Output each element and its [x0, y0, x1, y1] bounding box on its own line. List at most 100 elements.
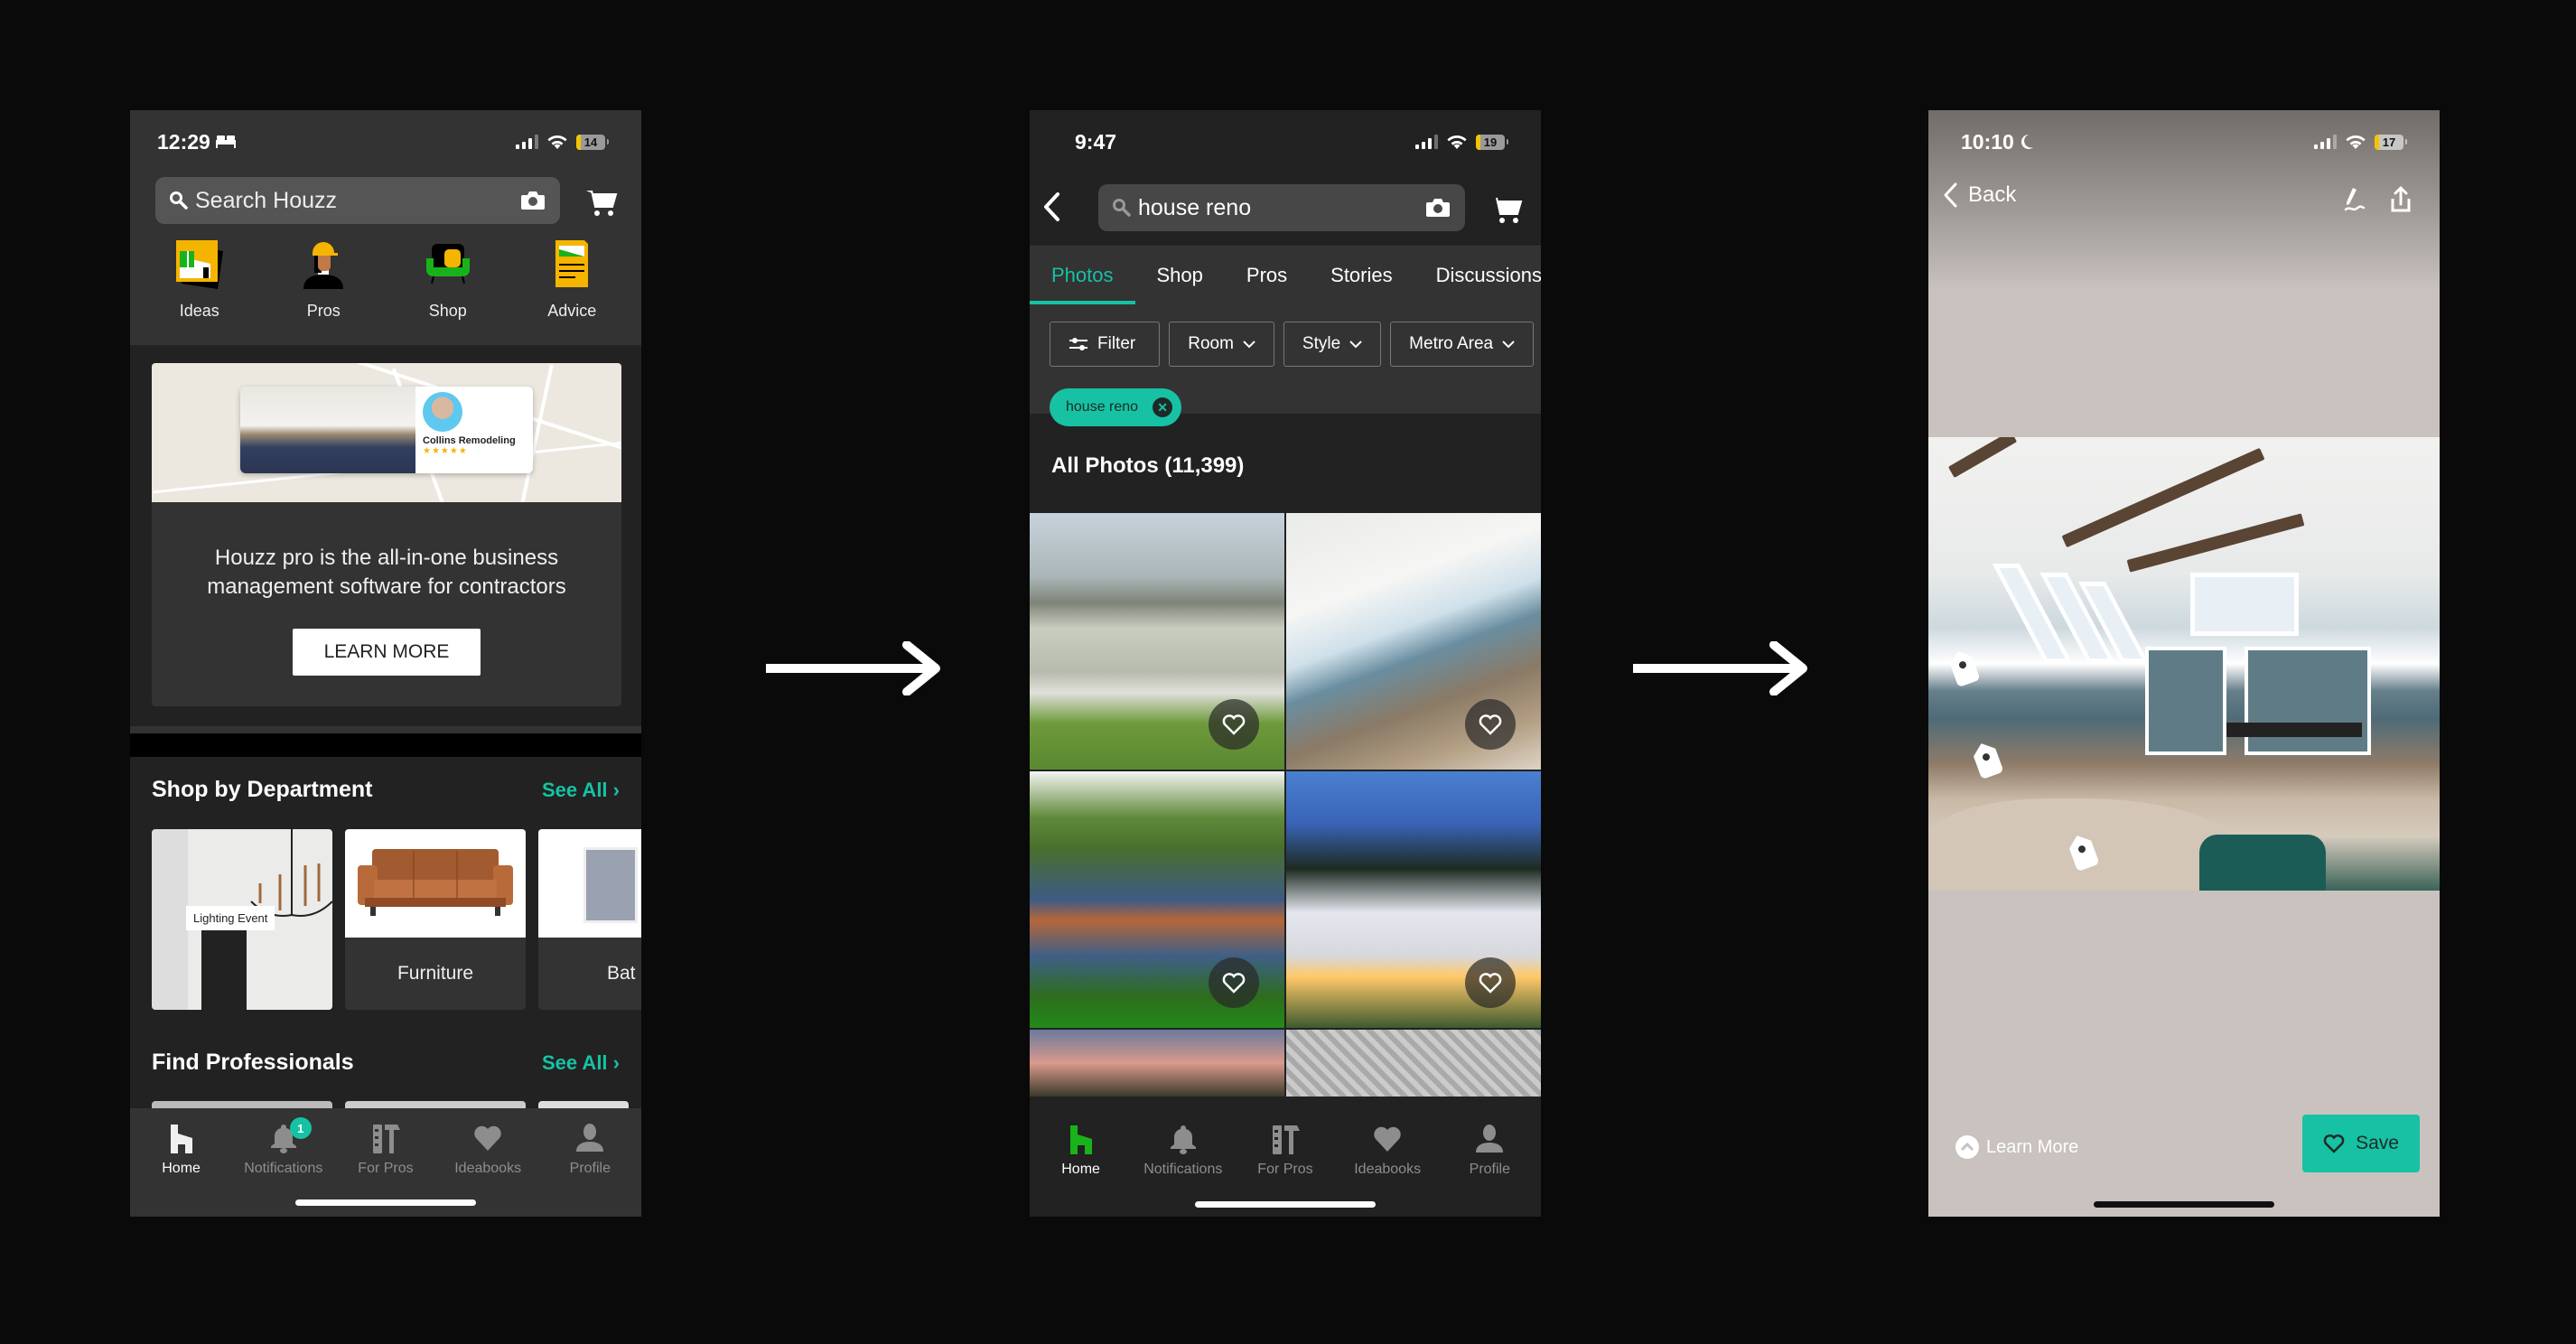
see-all-link[interactable]: See All › — [542, 1051, 620, 1075]
quick-link-advice[interactable]: Advice — [518, 238, 626, 321]
promo-message: Houzz pro is the all-in-one business man… — [207, 546, 566, 599]
status-bar: 9:47 19 — [1030, 110, 1541, 173]
signal-icon — [2314, 135, 2337, 149]
home-icon — [1069, 1125, 1092, 1154]
tab-discussions[interactable]: Discussions — [1414, 247, 1541, 304]
back-button[interactable]: Back — [1943, 182, 2016, 208]
tab-bar: Photos Shop Pros Stories Discussions — [1030, 246, 1541, 304]
home-indicator[interactable] — [2094, 1201, 2274, 1208]
search-icon — [170, 191, 188, 210]
camera-icon[interactable] — [520, 191, 546, 210]
department-carousel: Lighting Event Furniture Bat — [152, 829, 641, 1010]
photo-tile[interactable] — [1286, 771, 1541, 1028]
houzz-pro-promo: Collins Remodeling ★★★★★ Houzz pro is th… — [152, 363, 621, 706]
search-input[interactable]: house reno — [1098, 184, 1465, 231]
markup-icon[interactable] — [2340, 186, 2367, 213]
photo-tile[interactable] — [1030, 1030, 1284, 1097]
nav-profile[interactable]: Profile — [540, 1123, 639, 1217]
pro-name: Collins Remodeling — [423, 435, 516, 446]
photo-tile[interactable] — [1286, 1030, 1541, 1097]
battery-icon: 14 — [576, 134, 605, 150]
nav-home[interactable]: Home — [1031, 1124, 1131, 1217]
metro-area-dropdown[interactable]: Metro Area — [1390, 322, 1535, 367]
save-heart-icon[interactable] — [1209, 699, 1259, 750]
remove-chip-icon[interactable]: ✕ — [1153, 397, 1173, 417]
cart-icon[interactable] — [585, 188, 618, 217]
filter-bar: Filter Room Style Metro Area — [1030, 303, 1541, 367]
status-bar: 10:10 17 — [1928, 110, 2440, 173]
nav-profile[interactable]: Profile — [1440, 1124, 1539, 1217]
back-chevron-icon[interactable] — [1042, 191, 1060, 222]
search-input[interactable]: Search Houzz — [155, 177, 560, 224]
signal-icon — [516, 135, 538, 149]
battery-icon: 17 — [2375, 134, 2403, 150]
heart-icon — [1374, 1126, 1401, 1152]
arrow-right-icon — [1633, 641, 1807, 695]
style-dropdown[interactable]: Style — [1283, 322, 1382, 367]
save-heart-icon[interactable] — [1465, 957, 1516, 1008]
tab-shop[interactable]: Shop — [1135, 247, 1225, 304]
heart-outline-icon — [2323, 1134, 2345, 1153]
camera-icon[interactable] — [1425, 198, 1451, 218]
lighting-photo: Lighting Event — [152, 829, 332, 1010]
department-card-furniture[interactable]: Furniture — [345, 829, 526, 1010]
pro-card: Collins Remodeling ★★★★★ — [240, 387, 533, 473]
nav-home[interactable]: Home — [132, 1123, 231, 1217]
chevron-down-icon — [1243, 340, 1255, 348]
share-icon[interactable] — [2389, 186, 2413, 213]
search-results-screen: 9:47 19 house reno Photos Shop Pros Stor… — [1030, 110, 1541, 1217]
save-heart-icon[interactable] — [1209, 957, 1259, 1008]
bell-icon — [1170, 1125, 1196, 1154]
home-indicator[interactable] — [1195, 1201, 1376, 1208]
photo-tile[interactable] — [1030, 513, 1284, 770]
search-value: house reno — [1138, 194, 1252, 220]
learn-more-button[interactable]: Learn More — [1955, 1135, 2078, 1159]
photo-tile[interactable] — [1030, 771, 1284, 1028]
quick-link-shop[interactable]: Shop — [394, 238, 502, 321]
filter-button[interactable]: Filter — [1050, 322, 1161, 367]
photo-tile[interactable] — [1286, 513, 1541, 770]
status-bar: 12:29 14 — [130, 110, 641, 173]
department-card-lighting[interactable]: Lighting Event — [152, 829, 332, 1010]
chevron-down-icon — [1349, 340, 1362, 348]
wifi-icon — [547, 135, 567, 149]
status-time: 9:47 — [1075, 129, 1117, 154]
tab-pros[interactable]: Pros — [1225, 247, 1309, 304]
quick-link-pros[interactable]: Pros — [269, 238, 378, 321]
find-professionals-header: Find Professionals See All › — [152, 1050, 620, 1076]
product-tag-icon[interactable] — [1970, 740, 2003, 780]
tools-icon — [1272, 1125, 1300, 1154]
home-icon — [170, 1125, 192, 1153]
active-filter-chip[interactable]: house reno ✕ — [1050, 388, 1182, 426]
tools-icon — [372, 1125, 400, 1153]
chevron-up-icon — [1955, 1135, 1979, 1159]
save-heart-icon[interactable] — [1465, 699, 1516, 750]
save-button[interactable]: Save — [2302, 1115, 2420, 1172]
heart-icon — [474, 1125, 501, 1151]
back-chevron-icon — [1944, 182, 1957, 208]
see-all-link[interactable]: See All › — [542, 779, 620, 802]
map-image: Collins Remodeling ★★★★★ — [152, 363, 621, 502]
tab-photos[interactable]: Photos — [1030, 247, 1135, 304]
department-label: Bat — [607, 963, 636, 984]
ideas-icon — [174, 238, 225, 289]
rating-stars: ★★★★★ — [423, 446, 468, 456]
room-dropdown[interactable]: Room — [1169, 322, 1274, 367]
signal-icon — [1415, 135, 1438, 149]
tab-stories[interactable]: Stories — [1309, 247, 1414, 304]
status-time: 12:29 — [157, 129, 210, 154]
cart-icon[interactable] — [1490, 195, 1523, 224]
product-tag-icon[interactable] — [1946, 648, 1980, 688]
wifi-icon — [2346, 135, 2366, 149]
main-photo[interactable] — [1928, 437, 2440, 891]
status-time: 10:10 — [1961, 129, 2014, 154]
profile-icon — [1476, 1125, 1504, 1153]
photo-detail-screen: 10:10 17 Back Learn More Save — [1928, 110, 2440, 1217]
department-card-bath[interactable]: Bat — [538, 829, 641, 1010]
quick-link-ideas[interactable]: Ideas — [145, 238, 254, 321]
learn-more-button[interactable]: LEARN MORE — [293, 629, 481, 676]
home-indicator[interactable] — [295, 1199, 476, 1206]
advice-icon — [546, 238, 597, 289]
sofa-photo — [345, 829, 526, 938]
photo-grid — [1030, 513, 1541, 1097]
